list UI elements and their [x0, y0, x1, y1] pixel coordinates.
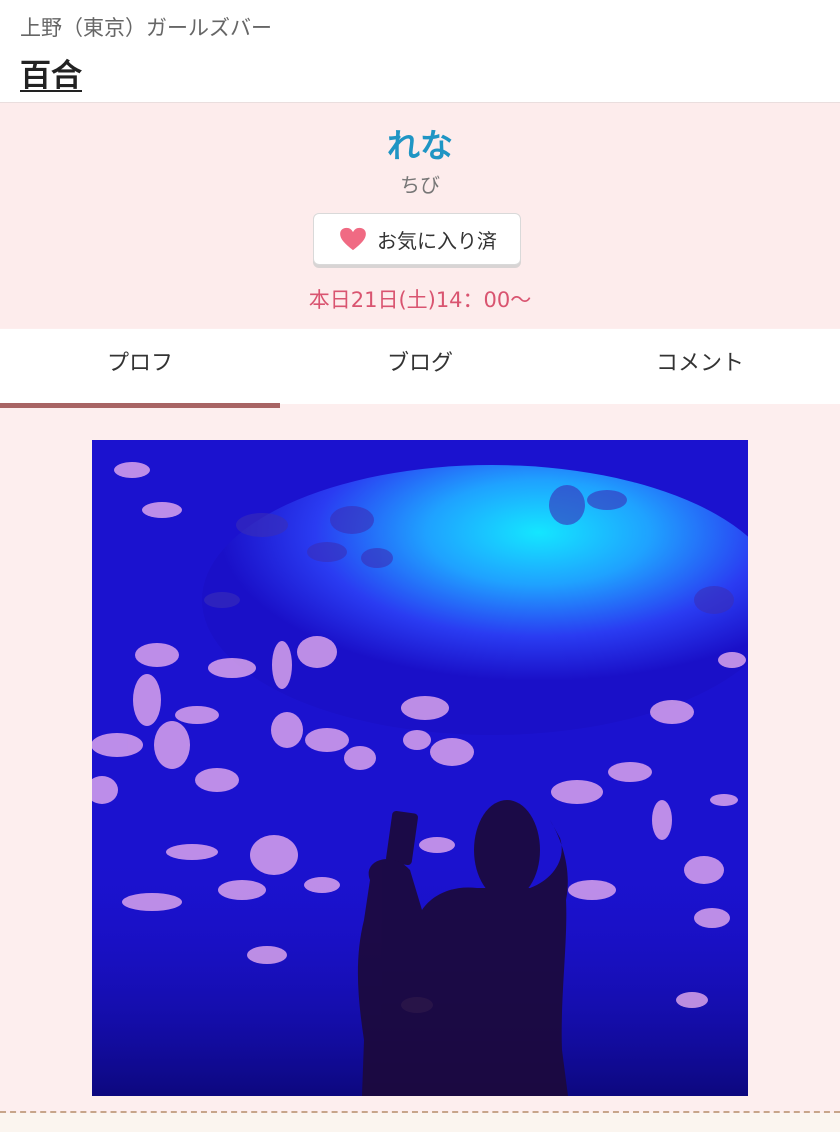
favorite-button[interactable]: お気に入り済: [313, 213, 521, 265]
tab-blog-label: ブログ: [386, 351, 453, 376]
tab-bar: プロフ ブログ コメント: [0, 329, 840, 408]
tab-blog[interactable]: ブログ: [280, 329, 560, 404]
schedule-text: 本日21日(土)14：00〜: [308, 288, 532, 312]
favorite-button-label: お気に入り済: [377, 228, 497, 253]
cast-type: ちび: [400, 173, 440, 197]
tab-profile[interactable]: プロフ: [0, 329, 280, 408]
tab-comment-label: コメント: [655, 351, 744, 376]
active-tab-indicator: [0, 403, 280, 408]
profile-photo[interactable]: [92, 440, 748, 1096]
heart-icon: [340, 227, 366, 251]
area-category: 上野（東京）ガールズバー: [20, 16, 272, 40]
cast-name: れな: [387, 126, 453, 165]
profile-section: れな ちび お気に入り済 本日21日(土)14：00〜: [0, 103, 840, 328]
jellyfish-aquarium-image: [92, 440, 748, 1096]
footer-strip: [0, 1113, 840, 1132]
tab-comment[interactable]: コメント: [560, 329, 840, 404]
tab-profile-label: プロフ: [106, 351, 173, 376]
shop-name-link[interactable]: 百合: [20, 50, 82, 95]
header: 上野（東京）ガールズバー 百合: [0, 0, 840, 103]
